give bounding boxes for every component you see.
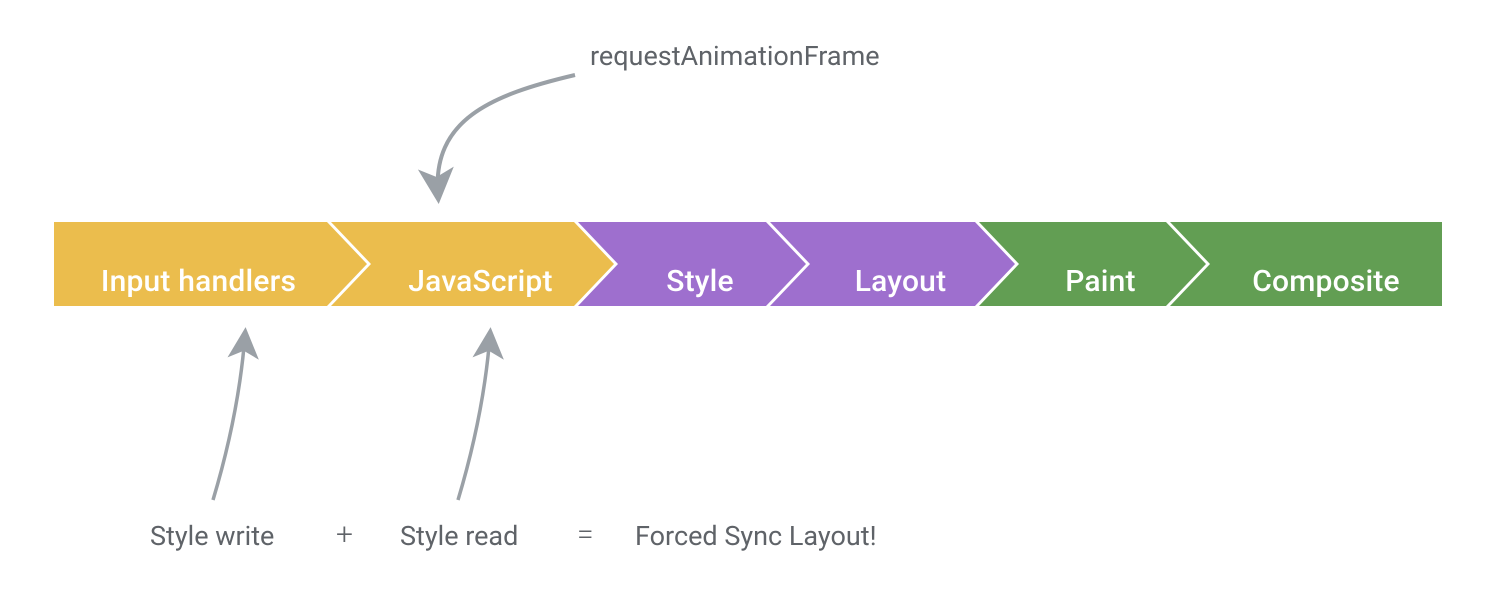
style-read-arrow bbox=[458, 335, 490, 500]
plus-symbol: + bbox=[336, 517, 353, 552]
stage-composite bbox=[1170, 222, 1442, 306]
stage-javascript bbox=[331, 222, 614, 306]
style-write-label: Style write bbox=[150, 520, 274, 552]
style-read-label: Style read bbox=[400, 520, 518, 552]
forced-sync-label: Forced Sync Layout! bbox=[635, 520, 877, 552]
stage-input-handlers bbox=[54, 222, 367, 306]
pipeline-chevrons bbox=[54, 222, 1442, 306]
pipeline-svg bbox=[0, 0, 1496, 605]
stage-layout bbox=[770, 222, 1015, 306]
raf-arrow bbox=[438, 75, 575, 195]
raf-label: requestAnimationFrame bbox=[590, 40, 880, 72]
style-write-arrow bbox=[213, 335, 245, 500]
equals-symbol: = bbox=[577, 517, 594, 552]
